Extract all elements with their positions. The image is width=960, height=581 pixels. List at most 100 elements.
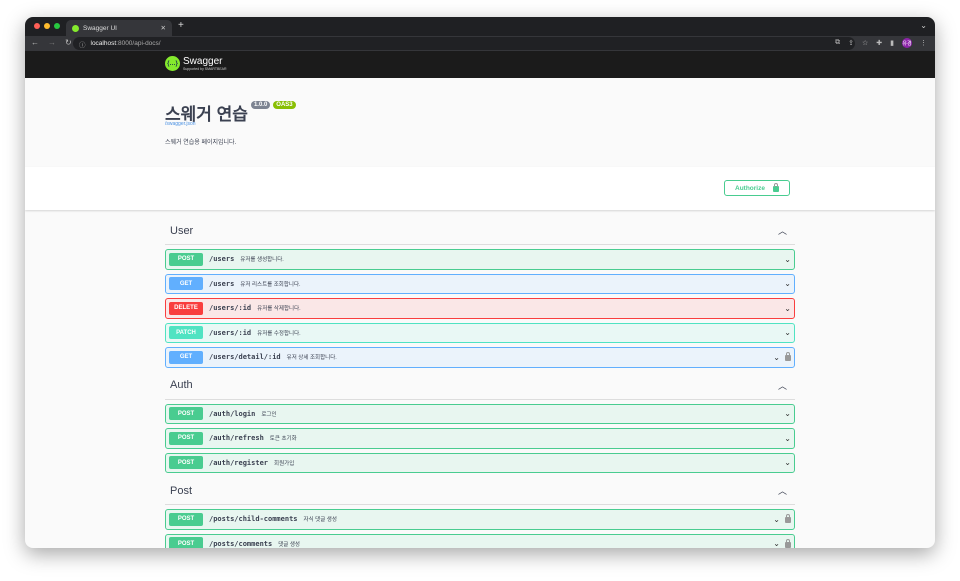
browser-window: Swagger UI ✕ + ⌄ ← → ↻ ⓘ localhost:8000/api-… <box>25 17 935 548</box>
operation-row[interactable]: GET/users/detail/:id 유저 상세 조회합니다. ⌄ <box>165 347 795 368</box>
close-tab-icon[interactable]: ✕ <box>161 24 166 32</box>
operation-path: /users/detail/:id <box>209 353 281 362</box>
operations-list: User ︿ POST/users 유저를 생성합니다. ⌄ GET/users 유저 리스… <box>165 217 795 548</box>
menu-icon[interactable]: ⋮ <box>920 39 927 47</box>
operation-summary: 토큰 초기화 <box>269 436 297 443</box>
chevron-down-icon[interactable]: ⌄ <box>773 353 780 362</box>
tag-name: User <box>170 224 194 237</box>
operation-summary: 유저를 생성합니다. <box>240 257 284 264</box>
lock-icon[interactable] <box>785 352 791 362</box>
tab-search-icon[interactable]: ⌄ <box>920 21 927 30</box>
tag-section-header[interactable]: Auth ︿ <box>165 372 795 400</box>
info-section: 스웨거 연습 1.0.0 OAS3 /swagger.json 스웨거 연습용 페이… <box>25 78 935 167</box>
tag-name: Auth <box>170 379 193 391</box>
chevron-down-icon[interactable]: ⌄ <box>773 515 780 524</box>
authorize-button[interactable]: Authorize <box>724 180 790 196</box>
url-path: :8000/api-docs/ <box>116 40 161 47</box>
authorize-label: Authorize <box>735 184 765 192</box>
method-badge: GET <box>169 277 203 291</box>
tag-section-header[interactable]: User ︿ <box>165 217 795 245</box>
swagger-json-link[interactable]: /swagger.json <box>165 121 196 127</box>
bookmark-star-icon[interactable]: ☆ <box>862 39 868 47</box>
browser-tab[interactable]: Swagger UI ✕ <box>66 20 172 36</box>
operation-summary: 유저 리스트를 조회합니다. <box>240 281 301 288</box>
swagger-logo[interactable]: {…} Swagger Supported by SMARTBEAR <box>165 56 227 71</box>
forward-icon[interactable]: → <box>48 38 56 47</box>
method-badge: GET <box>169 350 203 364</box>
operation-row[interactable]: POST/posts/comments 댓글 생성 ⌄ <box>165 533 795 548</box>
tag-section-header[interactable]: Post ︿ <box>165 477 795 505</box>
tag-name: Post <box>170 484 193 497</box>
method-badge: POST <box>169 456 203 470</box>
back-icon[interactable]: ← <box>31 38 39 47</box>
swagger-topbar: {…} Swagger Supported by SMARTBEAR <box>25 51 935 78</box>
scheme-container: Authorize <box>25 167 935 210</box>
sidebar-icon[interactable]: ▮ <box>890 39 894 47</box>
method-badge: POST <box>169 407 203 421</box>
version-badge: 1.0.0 <box>250 101 271 109</box>
new-tab-button[interactable]: + <box>178 20 184 31</box>
url-input[interactable]: ⓘ localhost:8000/api-docs/ <box>73 37 855 50</box>
operation-summary: 유저 상세 조회합니다. <box>286 355 337 362</box>
logo-subtext: Supported by SMARTBEAR <box>183 66 227 71</box>
chevron-down-icon[interactable]: ⌄ <box>784 304 791 313</box>
operation-summary: 회원가입 <box>274 460 295 467</box>
oas-badge: OAS3 <box>273 101 296 109</box>
logo-text: Swagger <box>183 55 223 67</box>
chevron-down-icon[interactable]: ⌄ <box>784 279 791 288</box>
translate-icon[interactable]: ⧉ <box>835 39 840 47</box>
operation-row[interactable]: POST/posts/child-comments 자식 댓글 생성 ⌄ <box>165 509 795 530</box>
chevron-down-icon[interactable]: ⌄ <box>784 458 791 467</box>
chevron-down-icon[interactable]: ⌄ <box>784 434 791 443</box>
chevron-down-icon[interactable]: ⌄ <box>784 409 791 418</box>
operation-path: /users/:id <box>209 304 252 313</box>
swagger-favicon-icon <box>72 24 79 32</box>
operation-path: /posts/comments <box>209 539 273 548</box>
operation-path: /auth/refresh <box>209 434 264 443</box>
address-bar: ← → ↻ ⓘ localhost:8000/api-docs/ ⧉ ⇪ ☆ ✚ ▮ 유경 ⋮ <box>25 36 935 51</box>
chevron-down-icon[interactable]: ⌄ <box>784 328 791 337</box>
operation-row[interactable]: POST/auth/register 회원가입 ⌄ <box>165 452 795 473</box>
chevron-up-icon[interactable]: ︿ <box>778 224 787 237</box>
window-controls[interactable] <box>34 23 60 29</box>
method-badge: PATCH <box>169 326 203 340</box>
operation-summary: 댓글 생성 <box>278 541 300 548</box>
lock-icon[interactable] <box>785 514 791 524</box>
operation-row[interactable]: POST/users 유저를 생성합니다. ⌄ <box>165 249 795 270</box>
operation-row[interactable]: DELETE/users/:id 유저를 삭제합니다. ⌄ <box>165 298 795 319</box>
method-badge: POST <box>169 512 203 526</box>
operation-path: /auth/login <box>209 409 256 418</box>
operation-path: /users <box>209 279 235 288</box>
chevron-up-icon[interactable]: ︿ <box>778 484 787 497</box>
info-icon: ⓘ <box>79 41 86 49</box>
tab-bar: Swagger UI ✕ + ⌄ <box>25 17 935 36</box>
operation-summary: 자식 댓글 생성 <box>303 517 337 524</box>
extensions-icon[interactable]: ✚ <box>876 39 882 47</box>
reload-icon[interactable]: ↻ <box>65 38 72 47</box>
chevron-up-icon[interactable]: ︿ <box>778 379 787 392</box>
lock-icon[interactable] <box>785 538 791 548</box>
swagger-logo-icon: {…} <box>165 56 180 71</box>
operation-row[interactable]: PATCH/users/:id 유저를 수정합니다. ⌄ <box>165 322 795 343</box>
method-badge: POST <box>169 537 203 548</box>
chevron-down-icon[interactable]: ⌄ <box>773 539 780 548</box>
share-icon[interactable]: ⇪ <box>848 39 854 47</box>
url-host: localhost <box>90 40 117 47</box>
operation-summary: 유저를 삭제합니다. <box>257 306 301 313</box>
unlock-icon <box>772 183 779 192</box>
chevron-down-icon[interactable]: ⌄ <box>784 255 791 264</box>
api-description: 스웨거 연습용 페이지입니다. <box>165 140 237 146</box>
operation-path: /auth/register <box>209 458 269 467</box>
operation-summary: 로그인 <box>261 411 277 418</box>
operation-path: /users/:id <box>209 328 252 337</box>
operation-summary: 유저를 수정합니다. <box>257 330 301 337</box>
operation-path: /posts/child-comments <box>209 515 298 524</box>
operation-row[interactable]: POST/auth/refresh 토큰 초기화 ⌄ <box>165 428 795 449</box>
method-badge: DELETE <box>169 301 203 315</box>
operation-path: /users <box>209 255 235 264</box>
operation-row[interactable]: GET/users 유저 리스트를 조회합니다. ⌄ <box>165 273 795 294</box>
operation-row[interactable]: POST/auth/login 로그인 ⌄ <box>165 403 795 424</box>
avatar[interactable]: 유경 <box>902 38 912 48</box>
tab-title: Swagger UI <box>83 24 117 32</box>
method-badge: POST <box>169 431 203 445</box>
